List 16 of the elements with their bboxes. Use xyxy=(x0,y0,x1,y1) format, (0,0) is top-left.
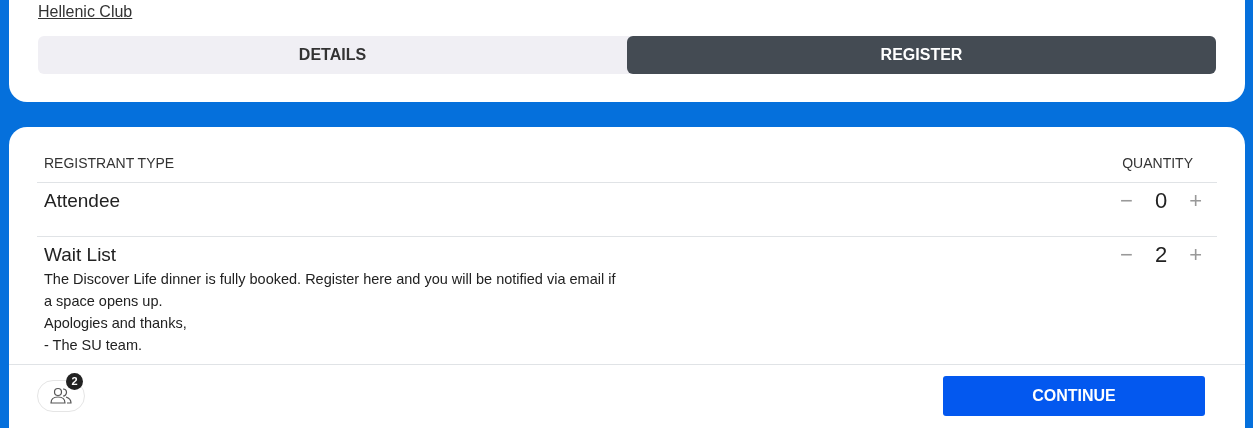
people-icon xyxy=(50,386,72,405)
registrant-type-name: Wait List xyxy=(44,243,118,267)
quantity-value: 0 xyxy=(1154,188,1168,214)
quantity-value: 2 xyxy=(1154,242,1168,268)
tab[interactable]: REGISTER xyxy=(627,36,1216,74)
description-line: a space opens up. xyxy=(44,292,164,311)
registrant-type-name: Attendee xyxy=(44,189,121,213)
count-badge: 2 xyxy=(66,372,83,390)
continue-button[interactable]: CONTINUE xyxy=(943,375,1205,416)
column-header: QUANTITY xyxy=(1122,154,1194,173)
description-line: - The SU team. xyxy=(44,336,144,355)
description-line: The Discover Life dinner is fully booked. Register here and you will be notified via email if xyxy=(44,270,616,289)
column-header: REGISTRANT TYPE xyxy=(44,154,175,173)
description-line: Apologies and thanks, xyxy=(44,314,188,333)
tab[interactable]: DETAILS xyxy=(38,36,627,74)
event-link[interactable]: Hellenic Club xyxy=(38,2,133,22)
